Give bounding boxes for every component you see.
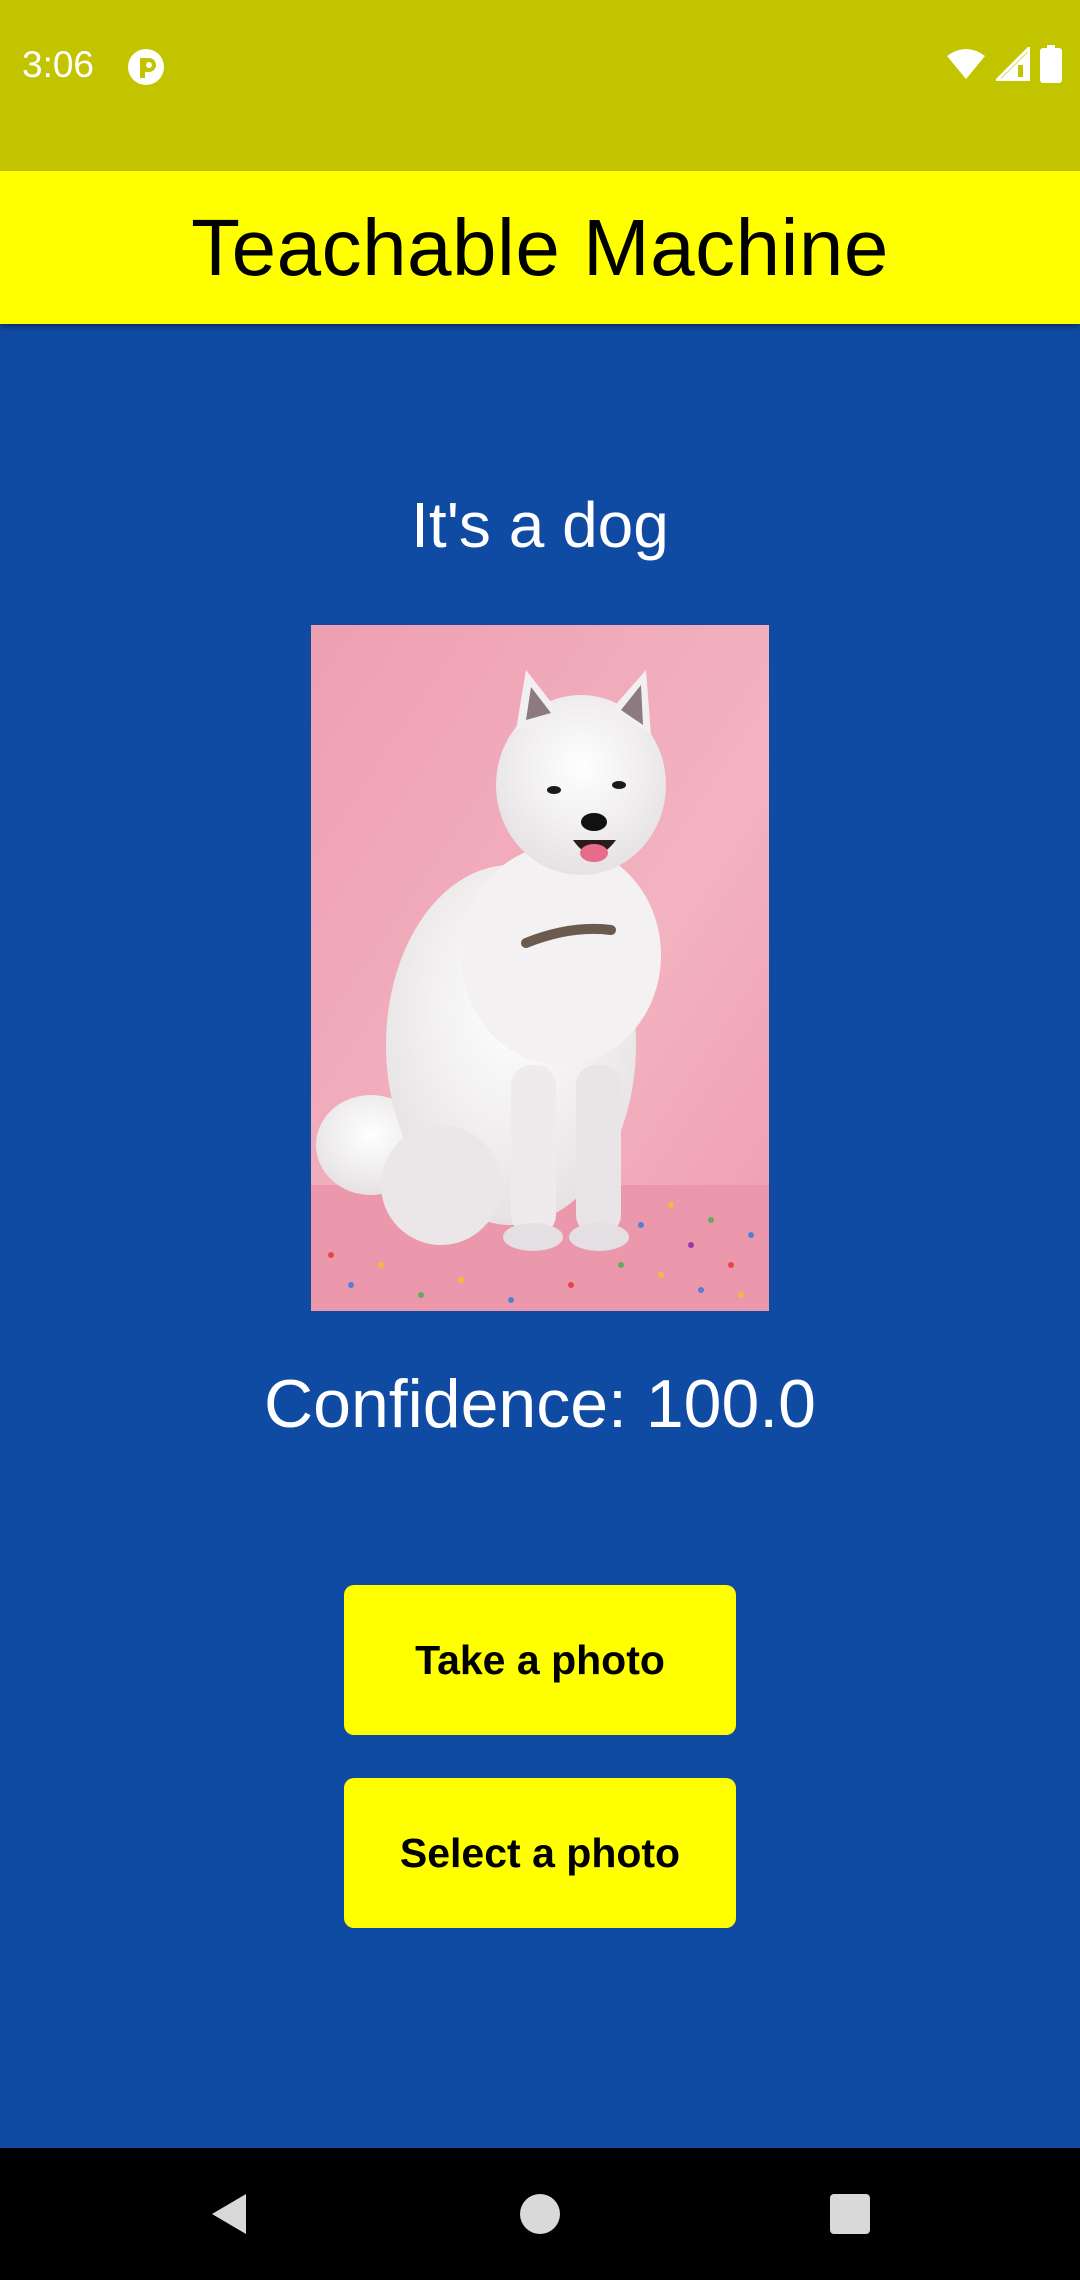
status-time: 3:06 (22, 44, 95, 85)
take-photo-button[interactable]: Take a photo (344, 1585, 736, 1735)
select-photo-button[interactable]: Select a photo (344, 1778, 736, 1928)
recents-icon[interactable] (814, 2178, 886, 2250)
classification-result: It's a dog (411, 489, 669, 561)
status-bar: 3:06 (0, 0, 1080, 171)
home-icon[interactable] (504, 2178, 576, 2250)
back-icon[interactable] (192, 2178, 264, 2250)
app-screen: 3:06 Teachable Machine It's a dog Confid… (0, 0, 1080, 2280)
app-bar: Teachable Machine (0, 171, 1080, 324)
app-title: Teachable Machine (191, 202, 889, 292)
wifi-icon (946, 48, 986, 85)
confidence-score: Confidence: 100.0 (264, 1366, 816, 1442)
dog-photo (311, 625, 769, 1311)
system-navigation-bar (0, 2148, 1080, 2280)
battery-icon (1040, 44, 1062, 88)
status-icons (946, 43, 1062, 88)
cellular-signal-icon (993, 43, 1031, 86)
app-notification-icon (127, 48, 165, 86)
